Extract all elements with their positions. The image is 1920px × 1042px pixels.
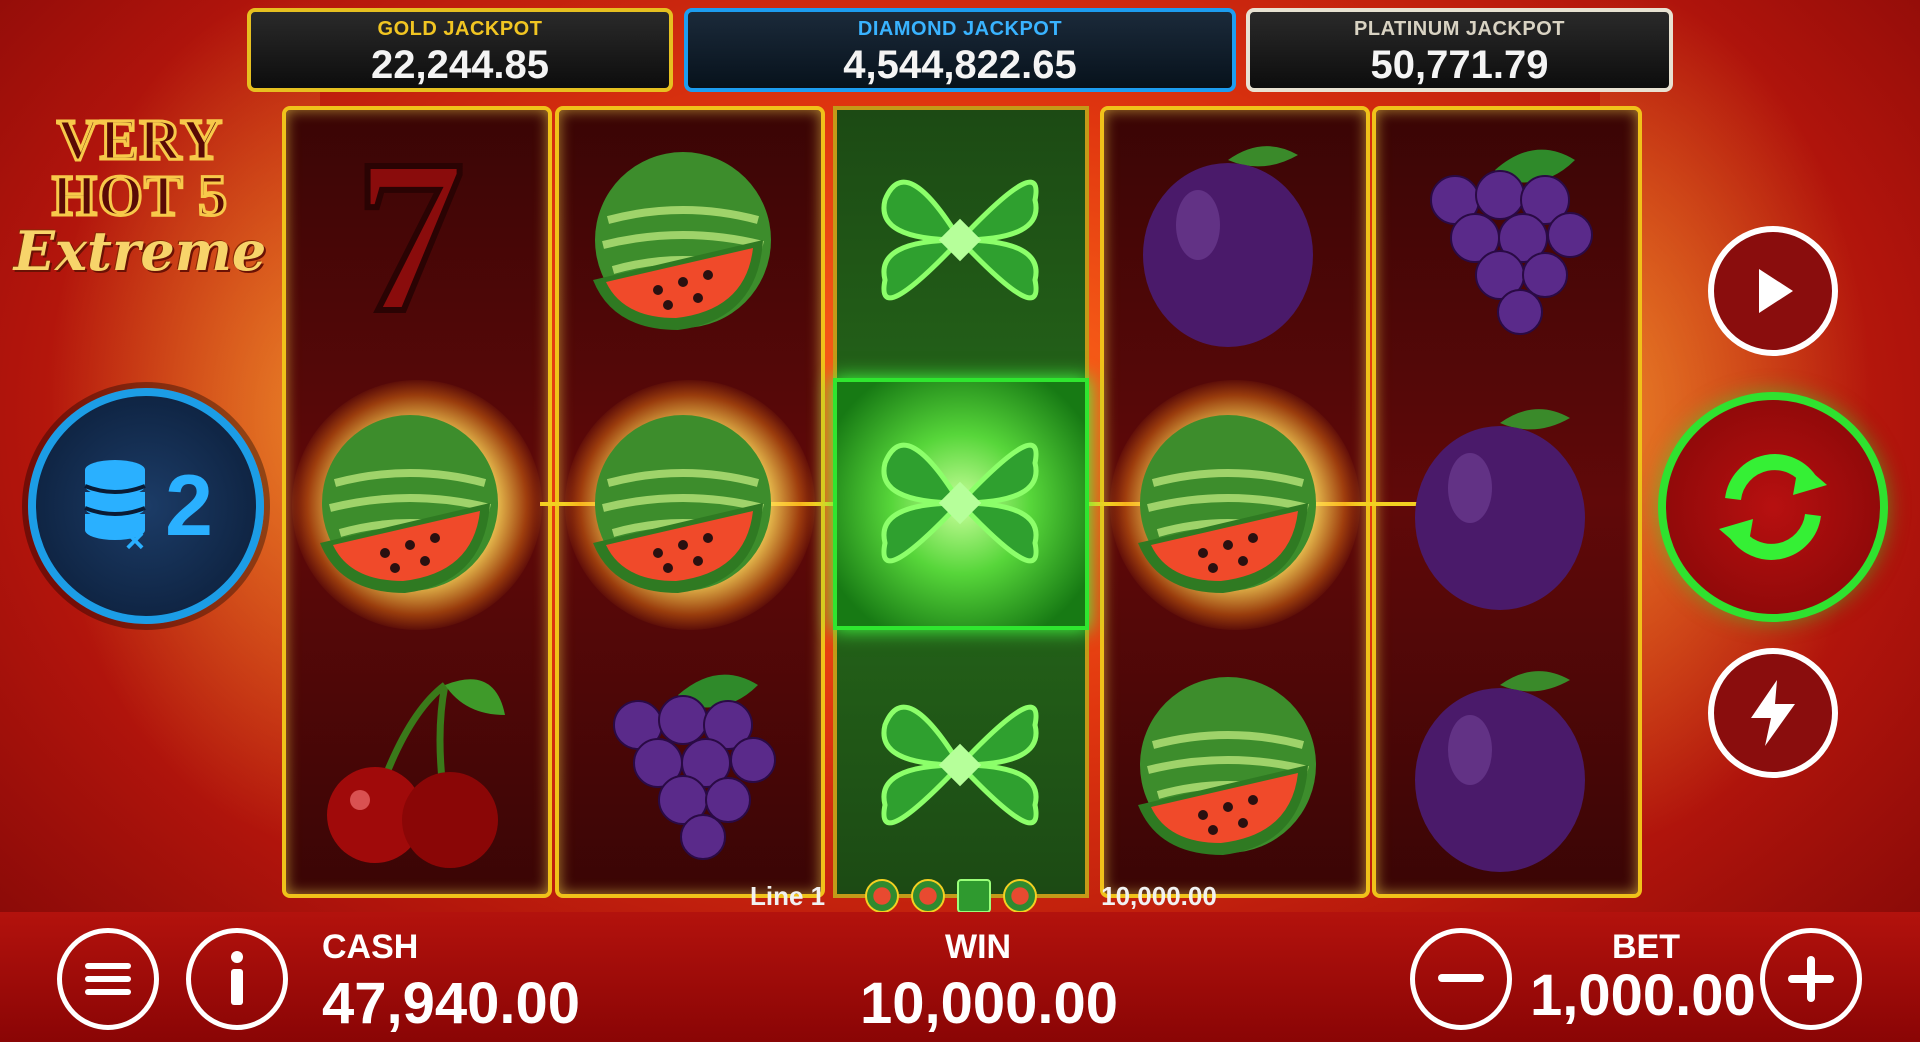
platinum-jackpot: PLATINUM JACKPOT 50,771.79 [1246,8,1673,92]
win-label: WIN [945,928,1012,966]
cash-value: 47,940.00 [322,971,581,1036]
gold-jackpot: GOLD JACKPOT 22,244.85 [247,8,673,92]
grapes-icon [1380,125,1620,365]
platinum-jackpot-value: 50,771.79 [1370,43,1549,87]
cash-label: CASH [322,928,419,966]
spin-icon [1719,454,1827,560]
watermelon-mini-icon [865,879,900,913]
clover-symbol [881,442,1039,564]
grapes-symbol [1430,149,1593,335]
autoplay-button[interactable] [1708,226,1838,356]
clover-symbol [881,179,1039,301]
watermelon-symbol [593,415,771,593]
watermelon-mini-icon [1003,879,1038,913]
line-win-amount: 10,000.00 [1101,880,1217,911]
turbo-button[interactable] [1708,648,1838,778]
svg-text:7: 7 [355,130,465,358]
lightning-icon [1751,680,1795,746]
diamond-jackpot-label: DIAMOND JACKPOT [857,18,1063,40]
watermelon-icon [563,125,803,365]
plum-symbol [1143,146,1313,347]
seven-icon: 7 [290,125,530,365]
plum-icon [1380,388,1620,628]
watermelon-symbol [1138,415,1316,593]
gold-jackpot-value: 22,244.85 [371,43,549,87]
cherries-icon [290,650,530,890]
game-logo: VERY HOT 5 Extreme [10,107,270,283]
seven-symbol: 7 [352,130,468,360]
plus-icon [1788,956,1834,1002]
plum-symbol [1415,409,1585,610]
watermelon-mini-icon [911,879,946,913]
bet-multiplier-button[interactable]: × 2 [28,388,264,624]
grapes-symbol [613,674,776,860]
logo-line-1: VERY [55,107,224,172]
minus-icon [1438,974,1484,982]
cherries-symbol [327,679,505,868]
clover-icon [840,125,1080,365]
coin-stack-icon: × [84,460,146,556]
watermelon-icon [290,388,530,628]
multiplier-value: 2 [165,457,213,554]
watermelon-icon [1108,388,1348,628]
spin-button[interactable] [1658,392,1888,622]
win-value: 10,000.00 [860,971,1119,1036]
platinum-jackpot-label: PLATINUM JACKPOT [1354,18,1565,40]
line-win-info: Line 1 10,000.00 [750,878,1217,914]
info-button[interactable] [186,928,288,1030]
watermelon-symbol [320,415,498,593]
watermelon-icon [563,388,803,628]
menu-button[interactable] [57,928,159,1030]
clover-icon [840,650,1080,890]
clover-mini-icon [957,879,992,913]
gold-jackpot-label: GOLD JACKPOT [377,18,543,40]
plum-symbol [1415,671,1585,872]
watermelon-symbol [593,152,771,330]
clover-icon [840,388,1080,628]
diamond-jackpot-value: 4,544,822.65 [843,43,1077,87]
menu-icon [85,963,131,995]
svg-text:×: × [125,522,145,556]
logo-line-2: HOT 5 [50,163,229,228]
diamond-jackpot: DIAMOND JACKPOT 4,544,822.65 [684,8,1236,92]
play-icon [1759,269,1793,313]
plum-icon [1108,125,1348,365]
bet-increase-button[interactable] [1760,928,1862,1030]
grapes-icon [563,650,803,890]
bet-value: 1,000.00 [1530,963,1756,1028]
clover-symbol [881,704,1039,826]
watermelon-symbol [1138,677,1316,855]
bet-decrease-button[interactable] [1410,928,1512,1030]
line-win-label: Line 1 [750,880,826,911]
plum-icon [1380,650,1620,890]
watermelon-icon [1108,650,1348,890]
logo-line-3: Extreme [13,219,267,283]
info-icon [231,951,243,1005]
